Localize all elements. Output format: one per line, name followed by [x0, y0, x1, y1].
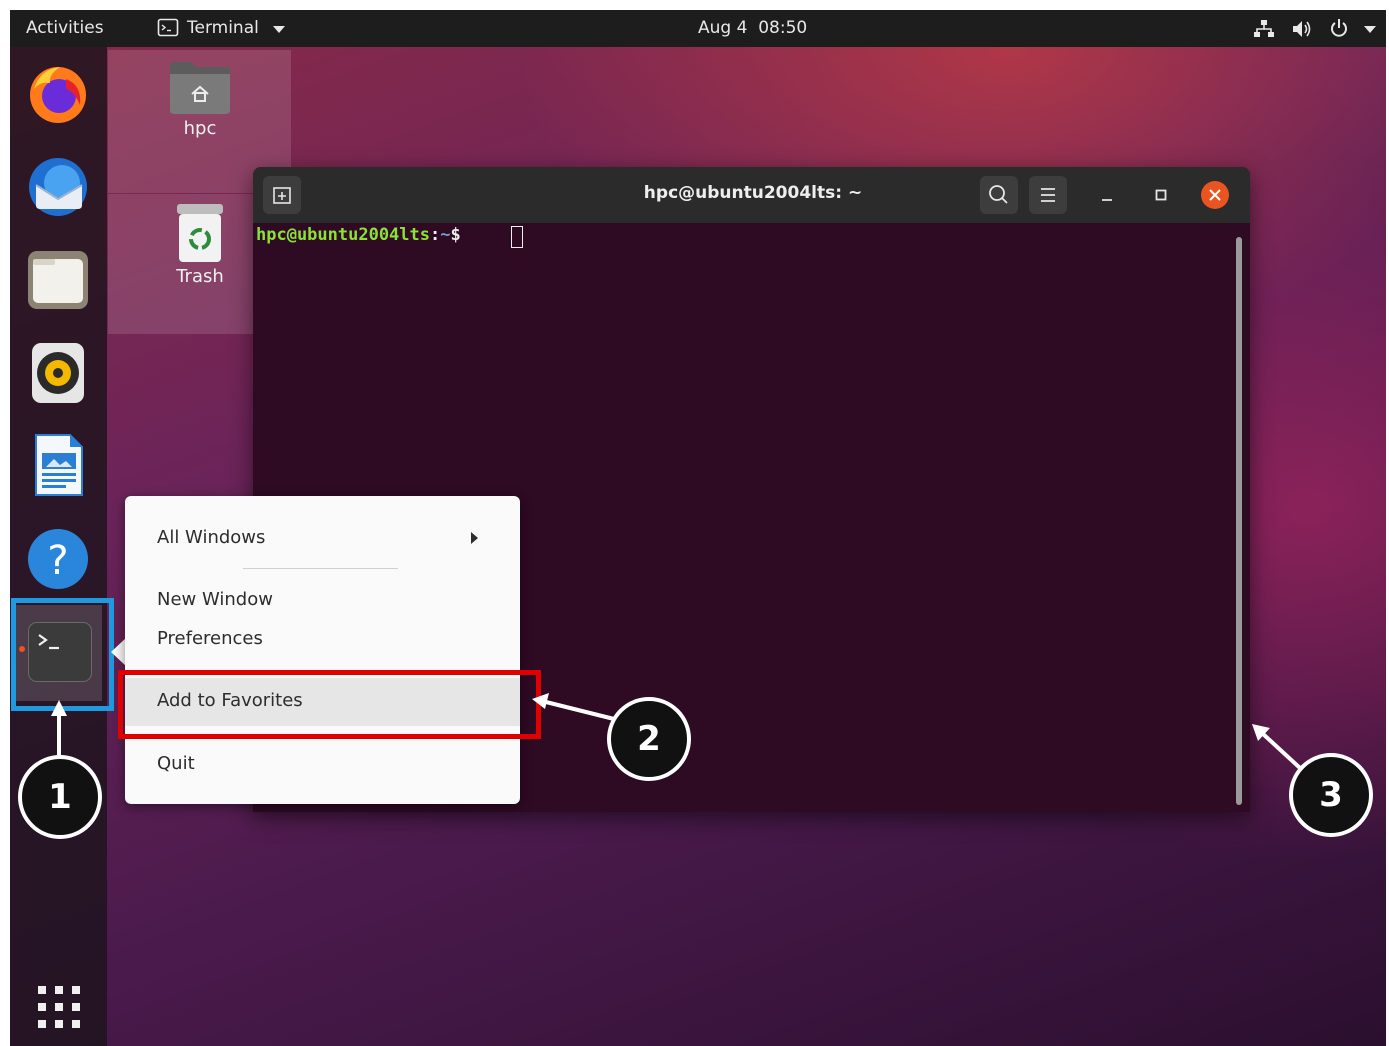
- rhythmbox-icon: [32, 343, 84, 403]
- terminal-search-button[interactable]: [980, 176, 1018, 214]
- thunderbird-icon: [29, 158, 87, 216]
- dock-libreoffice-writer[interactable]: [26, 433, 90, 497]
- svg-text:?: ?: [47, 538, 68, 584]
- dock-thunderbird[interactable]: [26, 155, 90, 219]
- prompt-path: ~: [440, 225, 451, 245]
- top-bar: Activities Terminal Aug 4 08:50: [10, 10, 1386, 47]
- dock-files[interactable]: [26, 247, 90, 311]
- dock-firefox[interactable]: [26, 61, 90, 125]
- desktop-trash[interactable]: Trash: [150, 202, 250, 287]
- desktop-screen: Activities Terminal Aug 4 08:50 hpc Tras…: [10, 10, 1386, 1046]
- trash-label: Trash: [176, 266, 224, 287]
- chevron-down-icon: [273, 26, 285, 33]
- new-tab-button[interactable]: [263, 176, 301, 214]
- dock: ?: [10, 47, 114, 1046]
- minimize-icon[interactable]: [1095, 183, 1119, 207]
- prompt-separator: :: [430, 225, 441, 245]
- callout-3: 3: [1289, 753, 1373, 837]
- clock[interactable]: Aug 4 08:50: [698, 18, 807, 38]
- new-tab-icon: [273, 187, 291, 204]
- maximize-icon[interactable]: [1149, 183, 1173, 207]
- libreoffice-writer-icon: [35, 434, 83, 496]
- callout-2: 2: [607, 697, 691, 781]
- help-icon: ?: [28, 529, 88, 589]
- home-folder-icon: [170, 62, 230, 114]
- menu-item-new-window[interactable]: New Window: [157, 589, 273, 610]
- menu-separator: [243, 568, 398, 569]
- chevron-right-icon: [471, 532, 478, 544]
- menu-item-preferences[interactable]: Preferences: [157, 628, 263, 649]
- callout-1: 1: [18, 755, 102, 839]
- terminal-icon: [38, 634, 59, 650]
- files-icon: [28, 251, 88, 309]
- terminal-prompt-line[interactable]: hpc@ubuntu2004lts:~$: [256, 225, 461, 245]
- show-applications-grid-icon[interactable]: [37, 985, 81, 1029]
- terminal-cursor: [511, 226, 523, 248]
- firefox-icon: [30, 67, 86, 123]
- hamburger-menu-icon: [1041, 188, 1055, 202]
- desktop-home-folder[interactable]: hpc: [150, 58, 250, 139]
- terminal-small-icon: [157, 18, 179, 37]
- dock-terminal[interactable]: [28, 622, 92, 682]
- volume-icon[interactable]: [1291, 19, 1313, 39]
- terminal-headerbar[interactable]: hpc@ubuntu2004lts: ~: [253, 167, 1250, 223]
- activities-button[interactable]: Activities: [26, 18, 104, 38]
- close-icon[interactable]: [1200, 180, 1230, 210]
- prompt-symbol: $: [450, 225, 461, 245]
- terminal-title: hpc@ubuntu2004lts: ~: [643, 183, 863, 203]
- dock-help[interactable]: ?: [26, 527, 90, 591]
- system-menu-chevron-icon[interactable]: [1364, 26, 1376, 34]
- power-icon[interactable]: [1329, 18, 1349, 38]
- trash-icon: [177, 204, 223, 262]
- terminal-menu-button[interactable]: [1029, 176, 1067, 214]
- terminal-scrollbar[interactable]: [1236, 237, 1242, 805]
- home-folder-label: hpc: [183, 118, 217, 139]
- menu-item-all-windows[interactable]: All Windows: [157, 527, 265, 548]
- menu-item-quit[interactable]: Quit: [157, 753, 195, 774]
- app-menu-label: Terminal: [187, 18, 259, 38]
- prompt-user-host: hpc@ubuntu2004lts: [256, 225, 430, 245]
- search-icon: [989, 185, 1008, 204]
- terminal-context-menu: All Windows New Window Preferences Add t…: [125, 496, 520, 804]
- dock-rhythmbox[interactable]: [26, 341, 90, 405]
- highlight-box-add-to-favorites: [118, 670, 541, 739]
- network-icon[interactable]: [1253, 19, 1275, 39]
- running-indicator-dot: [19, 646, 25, 652]
